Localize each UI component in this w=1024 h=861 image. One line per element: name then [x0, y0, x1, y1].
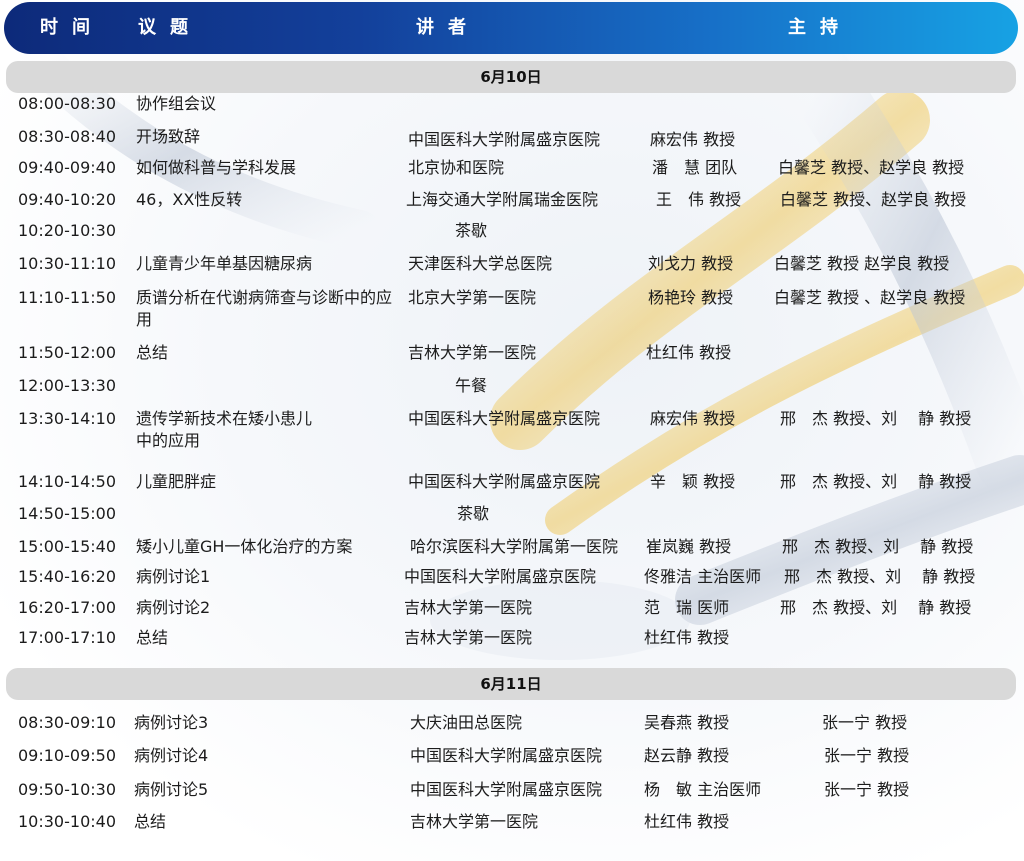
host-cell: 邢 杰 教授、刘 静 教授 — [780, 409, 972, 428]
topic-cell: 如何做科普与学科发展 — [136, 158, 297, 177]
topic-cell: 病例讨论5 — [134, 780, 209, 799]
time-cell: 08:00-08:30 — [18, 94, 116, 113]
header-speaker: 讲者 — [416, 17, 480, 38]
topic-cell: 病例讨论1 — [136, 567, 211, 586]
topic-cell: 46，XX性反转 — [136, 190, 243, 209]
topic-cell: 病例讨论4 — [134, 746, 209, 765]
institution-cell: 中国医科大学附属盛京医院 — [408, 472, 601, 491]
institution-cell: 中国医科大学附属盛京医院 — [404, 567, 597, 586]
topic-cell: 开场致辞 — [136, 127, 201, 146]
speaker-cell: 刘戈力 教授 — [648, 254, 734, 273]
time-cell: 11:10-11:50 — [18, 288, 116, 307]
institution-cell: 天津医科大学总医院 — [408, 254, 553, 273]
speaker-cell: 范 瑞 医师 — [644, 598, 730, 617]
topic-cell: 矮小儿童GH一体化治疗的方案 — [136, 537, 353, 556]
institution-cell: 吉林大学第一医院 — [410, 812, 539, 831]
host-cell: 张一宁 教授 — [824, 780, 910, 799]
institution-cell: 北京协和医院 — [408, 158, 505, 177]
speaker-cell: 杨 敏 主治医师 — [644, 780, 762, 799]
host-cell: 邢 杰 教授、刘 静 教授 — [782, 537, 974, 556]
host-cell: 白馨芝 教授、赵学良 教授 — [780, 190, 967, 209]
institution-cell: 中国医科大学附属盛京医院 — [408, 409, 601, 428]
table-header: 时间 议题 讲者 主持 — [4, 2, 1018, 54]
time-cell: 09:50-10:30 — [18, 780, 116, 799]
topic-cell: 病例讨论3 — [134, 713, 209, 732]
speaker-cell: 杜红伟 教授 — [644, 628, 730, 647]
time-cell: 09:40-09:40 — [18, 158, 116, 177]
speaker-cell: 麻宏伟 教授 — [650, 409, 736, 428]
time-cell: 09:40-10:20 — [18, 190, 116, 209]
speaker-cell: 吴春燕 教授 — [644, 713, 730, 732]
topic-cell: 儿童青少年单基因糖尿病 — [136, 254, 313, 273]
time-cell: 08:30-08:40 — [18, 127, 116, 146]
institution-cell: 上海交通大学附属瑞金医院 — [406, 190, 599, 209]
time-cell: 09:10-09:50 — [18, 746, 116, 765]
institution-cell: 哈尔滨医科大学附属第一医院 — [410, 537, 619, 556]
header-time: 时间 — [40, 17, 104, 38]
time-cell: 10:20-10:30 — [18, 221, 116, 240]
time-cell: 10:30-11:10 — [18, 254, 116, 273]
host-cell: 邢 杰 教授、刘 静 教授 — [780, 598, 972, 617]
topic-cell: 病例讨论2 — [136, 598, 211, 617]
institution-cell: 北京大学第一医院 — [408, 288, 537, 307]
speaker-cell: 杜红伟 教授 — [646, 343, 732, 362]
topic-cell: 儿童肥胖症 — [136, 472, 217, 491]
speaker-cell: 杜红伟 教授 — [644, 812, 730, 831]
institution-cell: 吉林大学第一医院 — [404, 628, 533, 647]
day-band: 6月11日 — [6, 668, 1016, 700]
speaker-cell: 麻宏伟 教授 — [650, 130, 736, 149]
time-cell: 14:50-15:00 — [18, 504, 116, 523]
time-cell: 10:30-10:40 — [18, 812, 116, 831]
speaker-cell: 辛 颖 教授 — [650, 472, 736, 491]
time-cell: 16:20-17:00 — [18, 598, 116, 617]
header-topic: 议题 — [138, 17, 202, 38]
time-cell: 15:40-16:20 — [18, 567, 116, 586]
host-cell: 白馨芝 教授、赵学良 教授 — [778, 158, 965, 177]
time-cell: 17:00-17:10 — [18, 628, 116, 647]
topic-cell: 遗传学新技术在矮小患儿中的应用 — [136, 409, 313, 450]
institution-cell: 中国医科大学附属盛京医院 — [410, 780, 603, 799]
speaker-cell: 王 伟 教授 — [656, 190, 742, 209]
topic-cell: 总结 — [136, 343, 169, 362]
host-cell: 邢 杰 教授、刘 静 教授 — [784, 567, 976, 586]
time-cell: 14:10-14:50 — [18, 472, 116, 491]
topic-cell: 总结 — [136, 628, 169, 647]
topic-cell: 协作组会议 — [136, 94, 217, 113]
day-band: 6月10日 — [6, 61, 1016, 93]
speaker-cell: 杨艳玲 教授 — [648, 288, 734, 307]
speaker-cell: 佟雅洁 主治医师 — [644, 567, 762, 586]
break-cell: 午餐 — [455, 376, 488, 395]
institution-cell: 中国医科大学附属盛京医院 — [408, 130, 601, 149]
institution-cell: 大庆油田总医院 — [410, 713, 523, 732]
break-cell: 茶歇 — [457, 504, 490, 523]
time-cell: 15:00-15:40 — [18, 537, 116, 556]
host-cell: 邢 杰 教授、刘 静 教授 — [780, 472, 972, 491]
header-host: 主持 — [788, 17, 852, 38]
institution-cell: 中国医科大学附属盛京医院 — [410, 746, 603, 765]
topic-cell: 质谱分析在代谢病筛查与诊断中的应用 — [136, 288, 393, 329]
time-cell: 11:50-12:00 — [18, 343, 116, 362]
host-cell: 张一宁 教授 — [822, 713, 908, 732]
time-cell: 08:30-09:10 — [18, 713, 116, 732]
speaker-cell: 潘 慧 团队 — [652, 158, 738, 177]
topic-cell: 总结 — [134, 812, 167, 831]
speaker-cell: 赵云静 教授 — [644, 746, 730, 765]
speaker-cell: 崔岚巍 教授 — [646, 537, 732, 556]
time-cell: 13:30-14:10 — [18, 409, 116, 428]
host-cell: 白馨芝 教授 、赵学良 教授 — [774, 288, 966, 307]
host-cell: 张一宁 教授 — [824, 746, 910, 765]
break-cell: 茶歇 — [455, 221, 488, 240]
time-cell: 12:00-13:30 — [18, 376, 116, 395]
institution-cell: 吉林大学第一医院 — [408, 343, 537, 362]
host-cell: 白馨芝 教授 赵学良 教授 — [774, 254, 950, 273]
institution-cell: 吉林大学第一医院 — [404, 598, 533, 617]
